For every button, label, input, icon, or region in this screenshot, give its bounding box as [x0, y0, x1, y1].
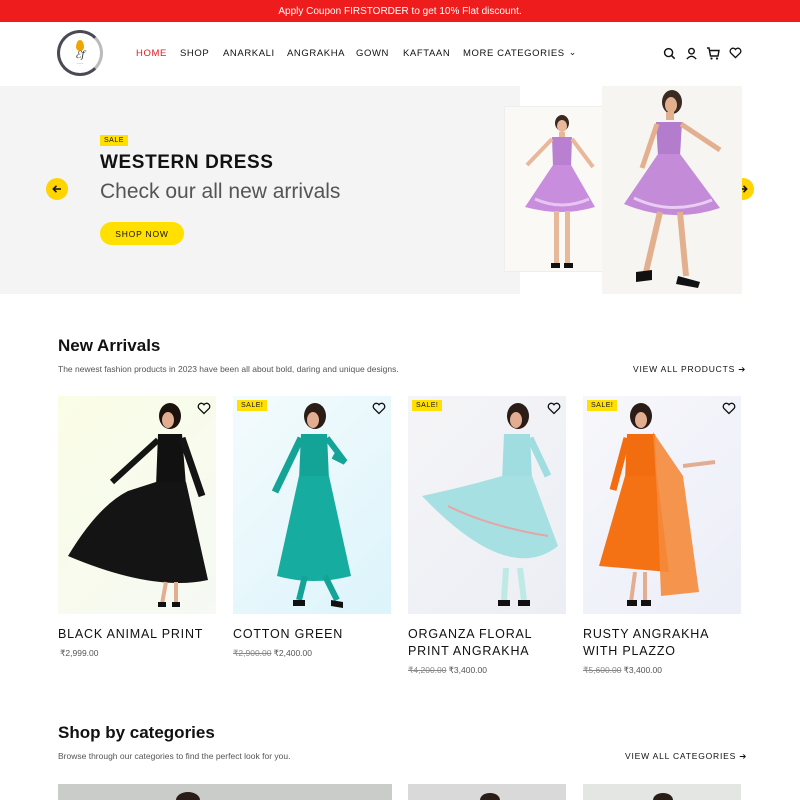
hero-model-image-front [504, 106, 618, 272]
chevron-down-icon: ⌄ [568, 47, 577, 57]
header-actions [662, 46, 742, 60]
nav-more-label: MORE CATEGORIES [463, 48, 565, 59]
hero-sale-badge: SALE [100, 135, 128, 146]
wishlist-heart-icon[interactable] [547, 402, 561, 416]
product-name[interactable]: ORGANZA FLORAL PRINT ANGRAKHA [408, 626, 566, 660]
category-tile[interactable] [408, 784, 566, 800]
nav-anarkali[interactable]: ANARKALI [223, 48, 287, 59]
category-tile[interactable] [583, 784, 741, 800]
user-icon[interactable] [684, 46, 698, 60]
sale-badge: SALE! [587, 400, 618, 411]
main-nav: HOME SHOP ANARKALI ANGRAKHA GOWN KAFTAAN… [136, 47, 577, 59]
brand-logo[interactable]: ℰf ~~~ [57, 30, 103, 76]
product-price: ₹2,999.00 [60, 648, 99, 658]
product-image[interactable]: SALE! [583, 396, 741, 614]
categories-title: Shop by categories [58, 723, 215, 742]
view-all-categories-link[interactable]: VIEW ALL CATEGORIES ➔ [625, 751, 747, 762]
categories-description: Browse through our categories to find th… [58, 751, 291, 761]
promo-text: Apply Coupon FIRSTORDER to get 10% Flat … [278, 5, 522, 17]
nav-gown[interactable]: GOWN [356, 48, 403, 59]
product-card[interactable]: SALE! ORGANZA FLORAL PRINT ANGRAKHA ₹4,2… [408, 396, 566, 676]
nav-shop[interactable]: SHOP [180, 48, 223, 59]
hero-title: WESTERN DRESS [100, 152, 274, 173]
product-image[interactable]: SALE! [408, 396, 566, 614]
wishlist-heart-icon[interactable] [197, 402, 211, 416]
product-card[interactable]: SALE! RUSTY ANGRAKHA WITH PLAZZO ₹5,600.… [583, 396, 741, 676]
slider-prev-button[interactable] [46, 178, 68, 200]
cart-icon[interactable] [706, 46, 720, 60]
new-arrivals-description: The newest fashion products in 2023 have… [58, 364, 399, 374]
hero-banner: SALE WESTERN DRESS Check our all new arr… [0, 86, 800, 294]
product-image[interactable]: SALE! [233, 396, 391, 614]
sale-badge: SALE! [412, 400, 443, 411]
nav-more-categories[interactable]: MORE CATEGORIES ⌄ [463, 47, 577, 59]
arrow-left-icon [52, 185, 61, 193]
wishlist-heart-icon[interactable] [722, 402, 736, 416]
search-icon[interactable] [662, 46, 676, 60]
product-price: ₹4,200.00 ₹3,400.00 [408, 665, 487, 675]
wishlist-heart-icon[interactable] [372, 402, 386, 416]
product-name[interactable]: COTTON GREEN [233, 626, 391, 643]
view-all-products-link[interactable]: VIEW ALL PRODUCTS ➔ [633, 364, 746, 375]
nav-home[interactable]: HOME [136, 48, 180, 59]
nav-angrakha[interactable]: ANGRAKHA [287, 48, 356, 59]
hero-model-image-walking [602, 86, 742, 294]
product-price: ₹5,600.00 ₹3,400.00 [583, 665, 662, 675]
product-name[interactable]: BLACK ANIMAL PRINT [58, 626, 216, 643]
product-image[interactable] [58, 396, 216, 614]
product-name[interactable]: RUSTY ANGRAKHA WITH PLAZZO [583, 626, 741, 660]
new-arrivals-title: New Arrivals [58, 336, 161, 355]
category-tile[interactable] [58, 784, 392, 800]
arrow-right-icon: ➔ [739, 751, 748, 761]
site-header: ℰf ~~~ HOME SHOP ANARKALI ANGRAKHA GOWN … [0, 22, 800, 86]
sale-badge: SALE! [237, 400, 268, 411]
product-card[interactable]: BLACK ANIMAL PRINT ₹2,999.00 [58, 396, 216, 659]
nav-kaftaan[interactable]: KAFTAAN [403, 48, 463, 59]
hero-subtitle: Check our all new arrivals [100, 180, 341, 203]
product-card[interactable]: SALE! COTTON GREEN ₹2,900.00 ₹2,400.00 [233, 396, 391, 659]
arrow-right-icon: ➔ [738, 364, 747, 374]
product-price: ₹2,900.00 ₹2,400.00 [233, 648, 312, 658]
shop-now-button[interactable]: SHOP NOW [100, 222, 184, 245]
promo-bar: Apply Coupon FIRSTORDER to get 10% Flat … [0, 0, 800, 22]
heart-icon[interactable] [728, 46, 742, 60]
